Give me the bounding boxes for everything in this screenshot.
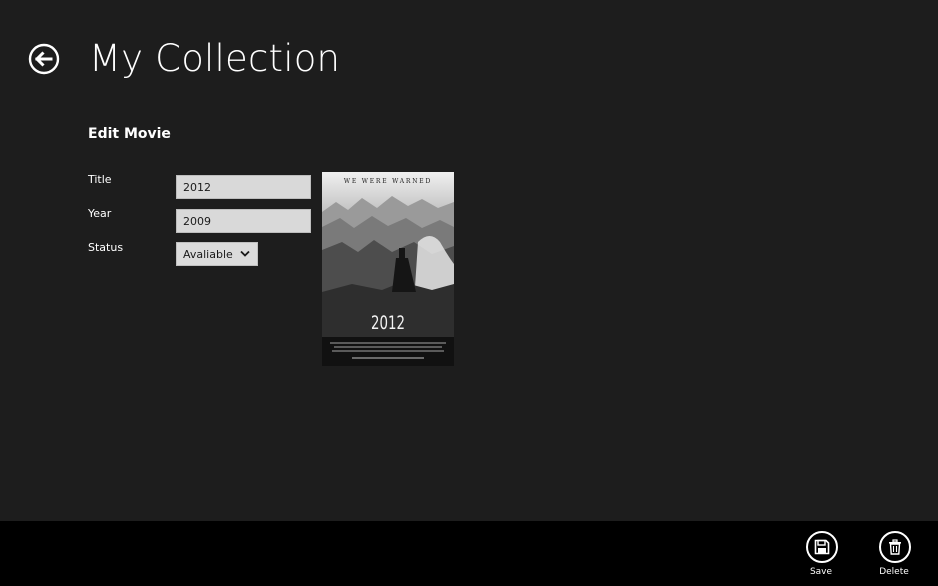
page-title: My Collection [89,37,341,80]
page: My Collection Edit Movie Title Year Stat… [0,0,938,586]
app-bar: Save Delete [0,521,938,586]
movie-poster: WE WERE WARNED 2012 [322,172,454,366]
back-button[interactable] [28,43,60,75]
delete-button-label: Delete [879,567,909,577]
delete-button-circle[interactable] [879,531,911,563]
save-button-circle[interactable] [806,531,838,563]
section-heading: Edit Movie [88,126,171,142]
year-label: Year [88,207,112,220]
chevron-down-icon [240,250,250,257]
year-input[interactable] [176,209,311,233]
trash-icon [889,539,901,555]
save-button-label: Save [809,567,833,577]
title-label: Title [88,173,112,186]
poster-image [322,172,454,366]
back-arrow-circle-icon[interactable] [28,43,60,75]
title-input[interactable] [176,175,311,199]
save-disk-icon [814,539,830,555]
poster-title: 2012 [371,312,405,334]
status-select[interactable]: Avaliable [176,242,258,266]
delete-button[interactable]: Delete [864,531,924,581]
status-select-value: Avaliable [183,248,233,261]
status-label: Status [88,241,124,254]
save-button[interactable]: Save [791,531,851,581]
poster-tagline: WE WERE WARNED [343,178,433,185]
